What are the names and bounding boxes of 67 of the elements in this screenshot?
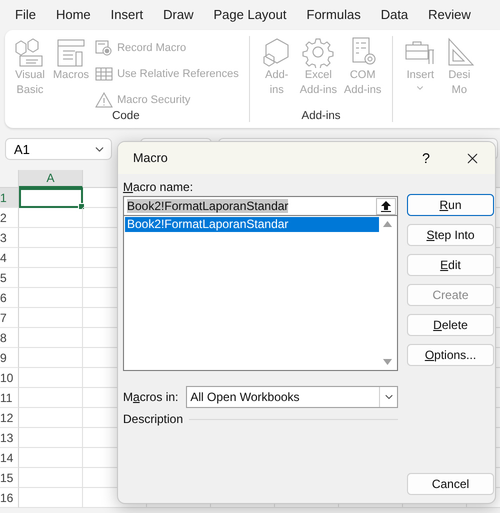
row-header[interactable]: 14: [0, 448, 19, 468]
menu-tab[interactable]: Draw: [163, 6, 194, 22]
dialog-button[interactable]: Step Into: [407, 224, 494, 246]
row-header[interactable]: 5: [0, 268, 19, 288]
macro-name-field[interactable]: Book2!FormatLaporanStandar: [123, 196, 398, 215]
dialog-button[interactable]: Delete: [407, 314, 494, 336]
grid-cell[interactable]: [19, 408, 83, 428]
warning-icon: [95, 91, 114, 109]
dialog-button[interactable]: Options...: [407, 344, 494, 366]
column-header[interactable]: A: [19, 170, 83, 188]
dialog-button[interactable]: Run: [407, 194, 494, 216]
row-header[interactable]: 7: [0, 308, 19, 328]
grid-cell[interactable]: [19, 428, 83, 448]
name-box[interactable]: A1: [5, 138, 112, 160]
active-cell[interactable]: [19, 188, 83, 208]
menu-tab[interactable]: Review: [428, 6, 471, 22]
row-header[interactable]: 9: [0, 348, 19, 368]
row-header[interactable]: 12: [0, 408, 19, 428]
dialog-button[interactable]: Cancel: [407, 473, 494, 495]
row-header[interactable]: 1: [0, 188, 19, 208]
section-label: Description: [123, 410, 184, 428]
menu-tab[interactable]: Formulas: [306, 6, 361, 22]
macros-in-dropdown[interactable]: All Open Workbooks: [186, 386, 398, 408]
grid-cell[interactable]: [19, 308, 83, 328]
grid-cell[interactable]: [19, 228, 83, 248]
field-label: Macro name:: [123, 179, 194, 196]
row-header[interactable]: 15: [0, 468, 19, 488]
grid-cell[interactable]: [19, 348, 83, 368]
row-header[interactable]: 16: [0, 488, 19, 508]
grid-icon: [95, 65, 114, 83]
list-item[interactable]: Book2!FormatLaporanStandar: [125, 217, 379, 232]
scroll-down-icon[interactable]: [383, 359, 392, 365]
row-header[interactable]: 2: [0, 208, 19, 228]
menu-tab[interactable]: File: [15, 6, 36, 22]
select-all-corner[interactable]: [0, 170, 19, 188]
row-header[interactable]: 11: [0, 388, 19, 408]
row-header[interactable]: 8: [0, 328, 19, 348]
grid-cell[interactable]: [19, 268, 83, 288]
menu-tab[interactable]: Home: [56, 6, 91, 22]
group-label: Add-ins: [302, 110, 341, 122]
arrow-up-icon: [381, 200, 391, 212]
group-label: Code: [112, 110, 140, 122]
help-button[interactable]: ?: [403, 142, 449, 174]
menu-tab[interactable]: Data: [380, 6, 408, 22]
grid-cell[interactable]: [19, 248, 83, 268]
menu-tab[interactable]: Page Layout: [214, 6, 287, 22]
grid-cell[interactable]: [19, 488, 83, 508]
row-header[interactable]: 6: [0, 288, 19, 308]
grid-cell[interactable]: [19, 208, 83, 228]
row-header[interactable]: 3: [0, 228, 19, 248]
gear-icon: [302, 36, 334, 68]
grid-cell[interactable]: [19, 468, 83, 488]
grid-cell[interactable]: [19, 388, 83, 408]
field-label: Macros in:: [123, 388, 178, 406]
dialog-title: Macro: [133, 151, 169, 165]
record-icon: [95, 39, 114, 57]
row-header[interactable]: 10: [0, 368, 19, 388]
row-header[interactable]: 13: [0, 428, 19, 448]
row-header[interactable]: 4: [0, 248, 19, 268]
menu-tab[interactable]: Insert: [110, 6, 144, 22]
grid-cell[interactable]: [19, 288, 83, 308]
grid-cell[interactable]: [19, 328, 83, 348]
collapse-button[interactable]: [376, 198, 396, 214]
grid-cell[interactable]: [19, 448, 83, 468]
grid-cell[interactable]: [19, 368, 83, 388]
dialog-button[interactable]: Edit: [407, 254, 494, 276]
scroll-up-icon[interactable]: [383, 221, 392, 227]
